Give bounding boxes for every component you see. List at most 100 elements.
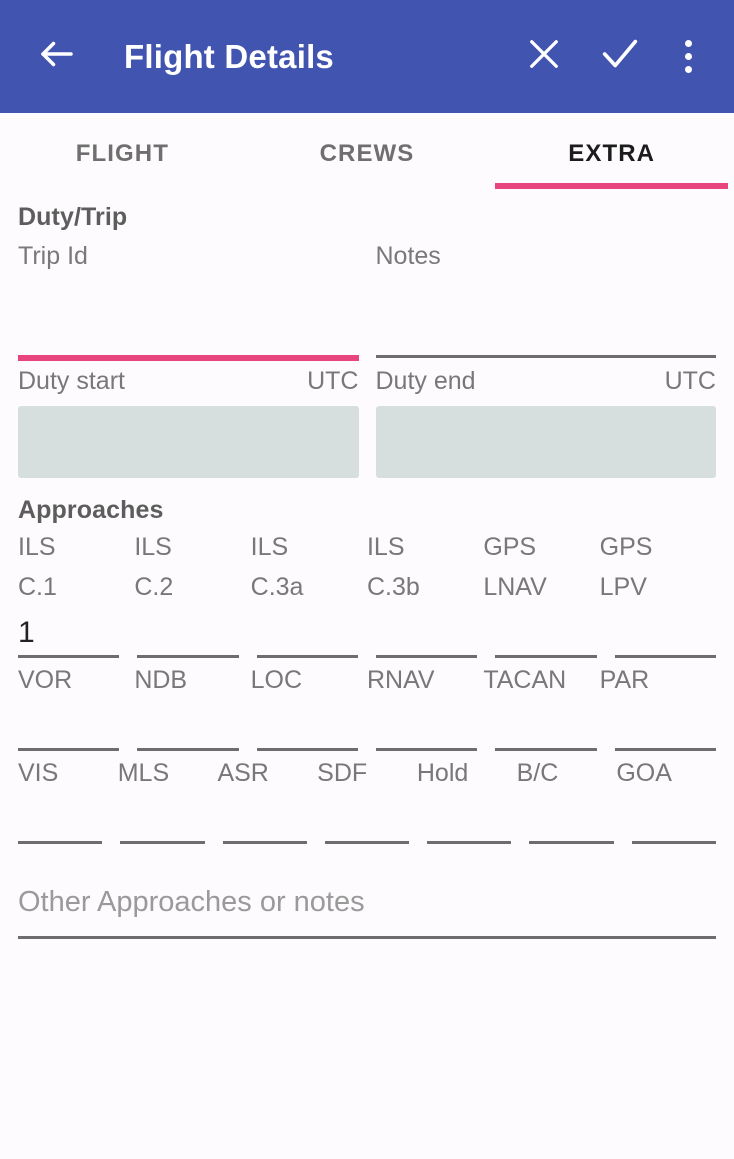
check-icon [597,31,643,82]
app-bar: Flight Details [0,0,734,113]
approach-underline [324,841,410,844]
approach-input-gps-lnav[interactable] [495,611,614,658]
approach-input-tacan[interactable] [495,704,614,751]
approaches-row-1-inputs: 1 [18,611,716,658]
approach-underline [614,655,716,658]
approach-value[interactable] [223,797,307,841]
approach-input-ils-c3a[interactable] [256,611,376,658]
approach-input-ils-c2[interactable] [137,611,256,658]
duty-start-utc-label: UTC [307,367,359,395]
approach-input-ndb[interactable] [137,704,256,751]
approach-value[interactable] [427,797,511,841]
save-button[interactable] [584,21,656,93]
label-line-1: ILS [250,533,289,561]
approach-underline [375,748,478,751]
approach-input-vor[interactable] [18,704,137,751]
approach-value[interactable]: 1 [18,611,119,655]
approach-underline [120,841,205,844]
label-line-1: ILS [366,533,405,561]
discard-button[interactable] [508,21,580,93]
approach-input-par[interactable] [614,704,716,751]
duty-start-label-group: Duty start UTC [18,367,359,396]
duty-start-picker[interactable] [18,406,359,478]
label-line-2: LPV [599,573,647,601]
trip-id-underline [18,355,359,361]
approach-input-ils-c1[interactable]: 1 [18,611,137,658]
approach-label-vis: VIS [18,759,59,787]
trip-notes-row: Trip Id Notes [18,234,716,361]
trip-id-field[interactable]: Trip Id [18,234,359,361]
approach-value[interactable] [137,611,238,655]
approach-value[interactable] [632,797,716,841]
approach-underline [375,655,478,658]
approach-underline [18,841,103,844]
overflow-menu-icon [684,40,692,73]
extra-tab-content: Duty/Trip Trip Id Notes Duty start UTC D… [0,203,734,939]
approaches-row-3-labels: VIS MLS ASR SDF Hold B/C GOA [18,753,716,793]
approach-underline [137,655,239,658]
approach-value[interactable] [257,704,358,748]
tab-crews[interactable]: CREWS [245,113,490,189]
approach-label-rnav: RNAV [366,666,435,694]
approach-label-ils-c1: ILS C.1 [18,527,134,607]
duty-end-label-group: Duty end UTC [376,367,717,396]
approaches-row-2-inputs [18,704,716,751]
approaches-row-2: VOR NDB LOC RNAV TACAN PAR [18,660,716,751]
approach-input-bc[interactable] [529,797,631,844]
notes-input[interactable] [376,278,717,355]
other-approaches-field[interactable]: Other Approaches or notes [18,874,716,939]
approach-value[interactable] [376,611,477,655]
approach-input-rnav[interactable] [375,704,495,751]
approach-label-par: PAR [599,666,650,694]
tab-flight[interactable]: FLIGHT [0,113,245,189]
approaches-row-3-inputs [18,797,716,844]
approach-input-vis[interactable] [18,797,120,844]
tab-extra[interactable]: EXTRA [489,113,734,189]
approach-value[interactable] [529,797,613,841]
approach-value[interactable] [137,704,238,748]
approach-input-loc[interactable] [256,704,376,751]
app-bar-actions [508,21,716,93]
page-title: Flight Details [124,37,334,75]
duty-end-picker[interactable] [375,406,716,478]
approach-value[interactable] [376,704,477,748]
approach-label-bc: B/C [516,759,559,787]
label-line-1: ILS [18,533,56,561]
approach-value[interactable] [18,797,102,841]
label-line-2: C.1 [18,573,57,601]
approach-value[interactable] [257,611,358,655]
approach-input-mls[interactable] [120,797,222,844]
trip-id-input[interactable] [18,278,359,355]
approach-input-sdf[interactable] [324,797,427,844]
approach-input-hold[interactable] [427,797,529,844]
approach-value[interactable] [495,611,596,655]
approach-label-vor: VOR [18,666,73,694]
approach-value[interactable] [495,704,596,748]
other-approaches-input[interactable]: Other Approaches or notes [18,874,716,930]
approach-label-goa: GOA [616,759,672,787]
notes-underline [375,355,716,358]
approach-underline [256,655,358,658]
approach-input-gps-lpv[interactable] [614,611,716,658]
approach-label-ils-c3a: ILS C.3a [251,527,367,607]
approaches-row-2-labels: VOR NDB LOC RNAV TACAN PAR [18,660,716,700]
approach-value[interactable] [325,797,409,841]
notes-field[interactable]: Notes [375,234,717,361]
back-button[interactable] [30,30,84,84]
approach-input-asr[interactable] [222,797,325,844]
close-icon [523,33,565,80]
label-line-2: LNAV [483,573,547,601]
approaches-row-1: ILS C.1 ILS C.2 ILS C.3a ILS C.3b GPS LN… [18,527,716,658]
approach-value[interactable] [615,611,716,655]
label-line-1: GPS [483,533,537,561]
notes-label: Notes [375,242,441,270]
approach-label-tacan: TACAN [483,666,567,694]
approach-underline [222,841,307,844]
approach-input-goa[interactable] [631,797,716,844]
approach-value[interactable] [120,797,204,841]
approach-underline [614,748,716,751]
overflow-menu-button[interactable] [660,21,716,93]
approach-input-ils-c3b[interactable] [375,611,495,658]
approach-value[interactable] [18,704,119,748]
approach-value[interactable] [615,704,716,748]
